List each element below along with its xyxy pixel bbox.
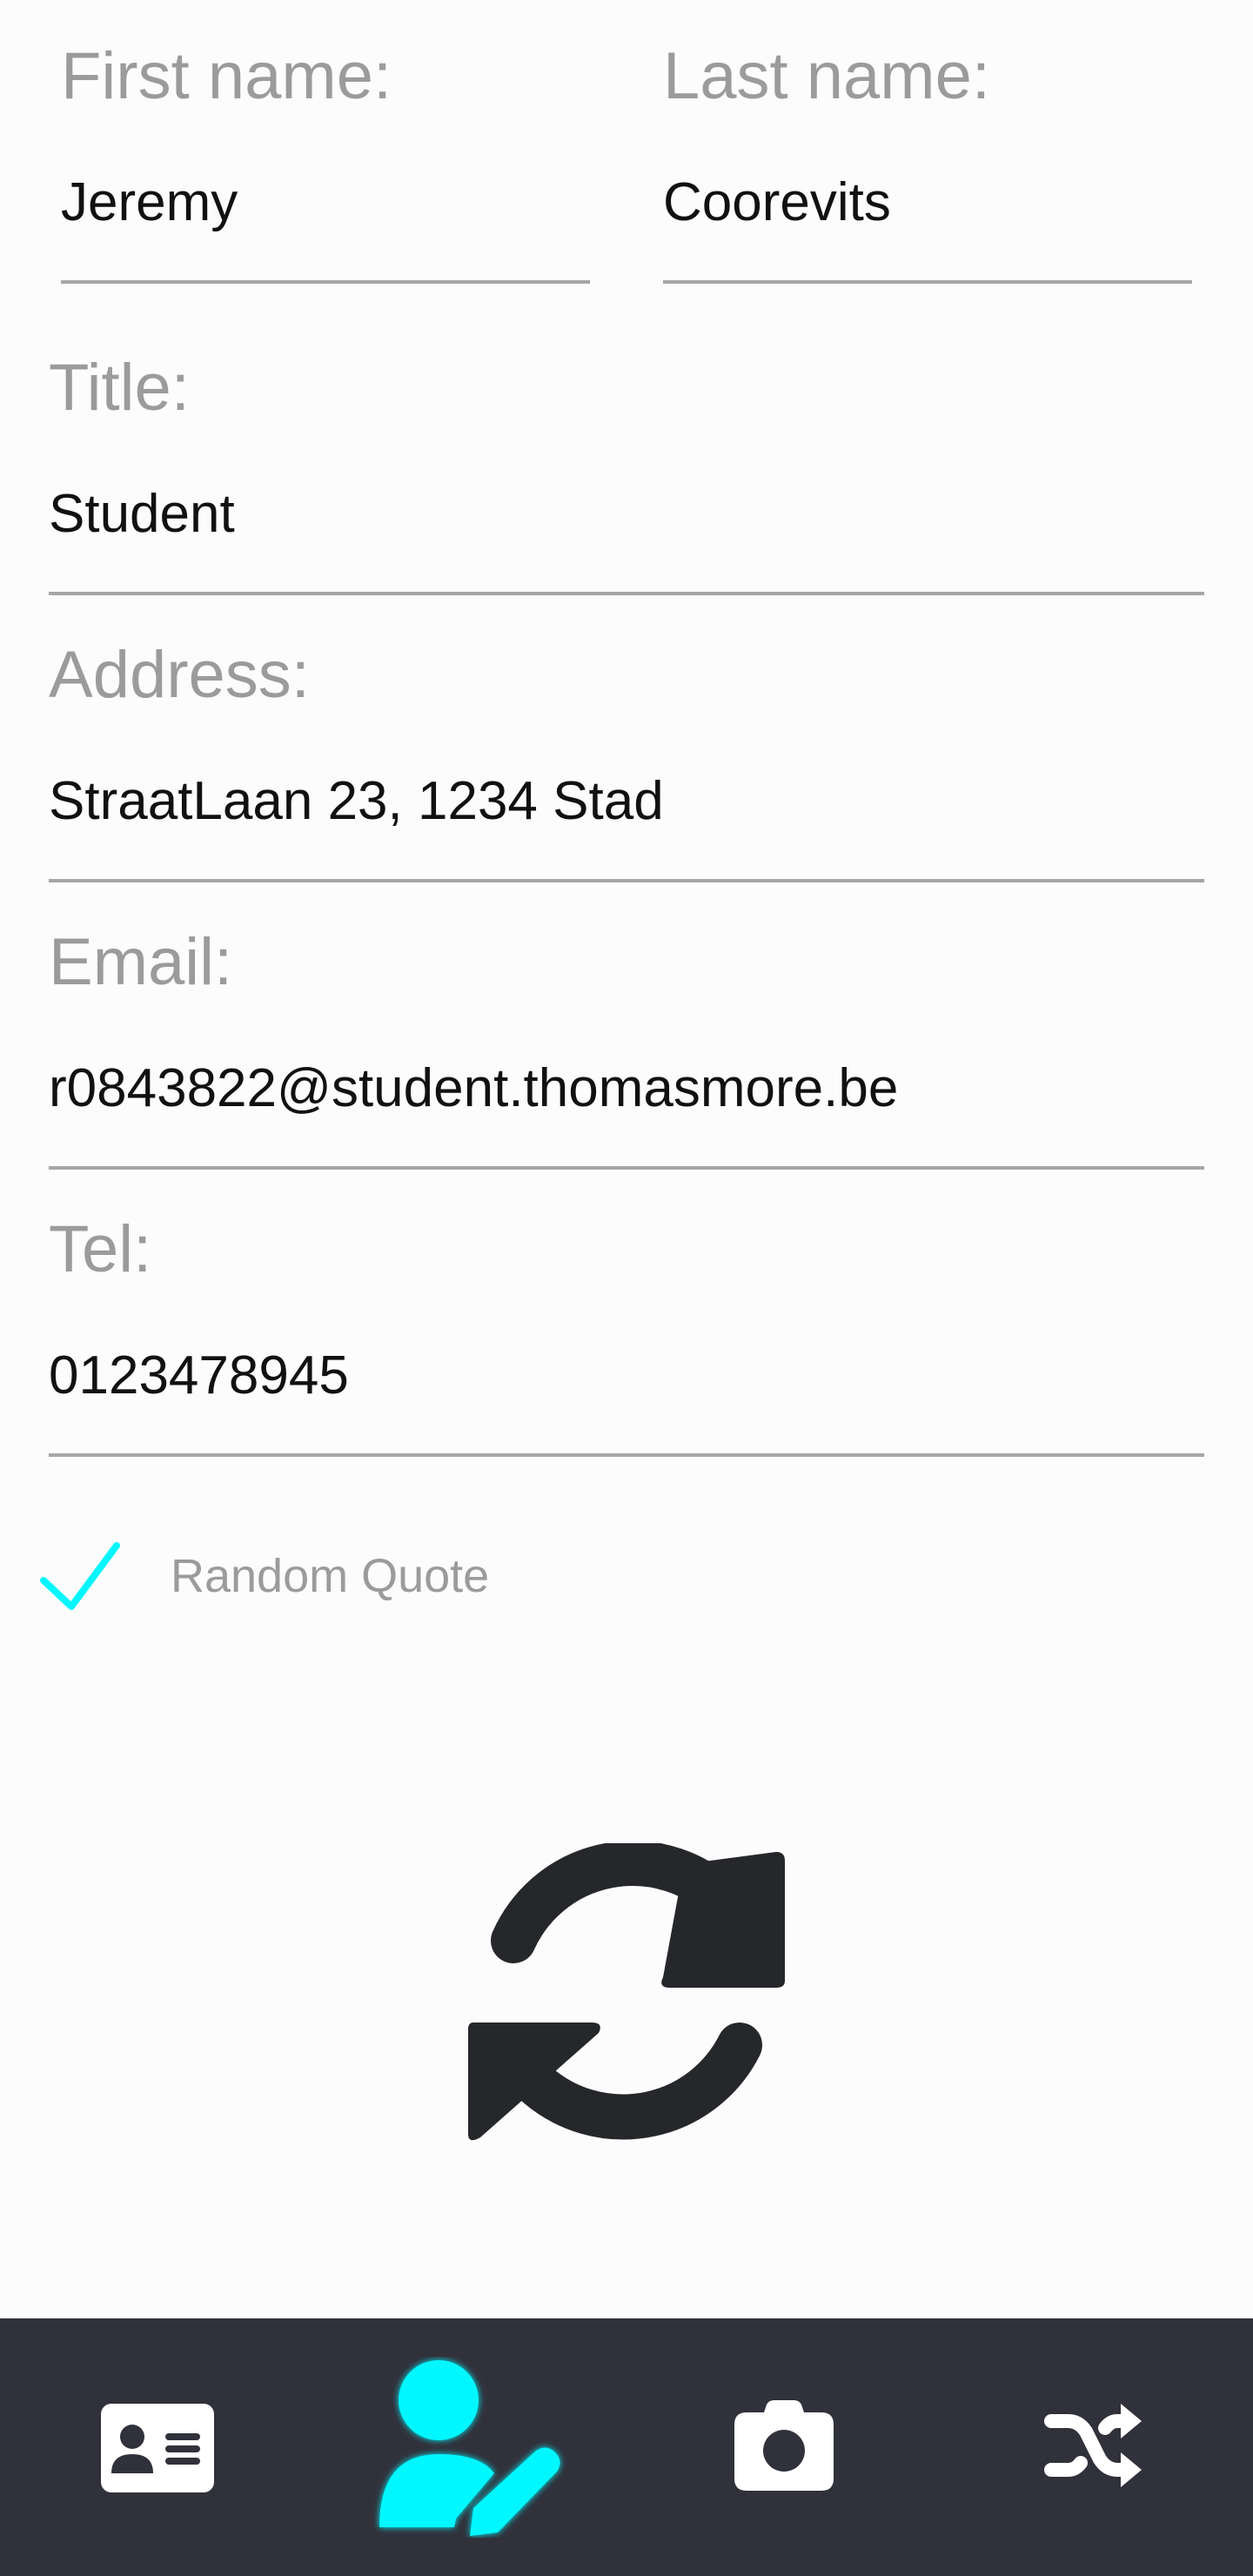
- bottom-navigation: [0, 2318, 1253, 2576]
- tel-underline: [49, 1453, 1204, 1457]
- nav-shuffle[interactable]: [940, 2318, 1253, 2576]
- address-underline: [49, 879, 1204, 882]
- tel-input[interactable]: 0123478945: [49, 1349, 349, 1403]
- first-name-field[interactable]: First name: Jeremy: [61, 44, 590, 287]
- email-field[interactable]: Email: r0843822@student.thomasmore.be: [49, 925, 1204, 1170]
- camera-icon: [734, 2400, 834, 2491]
- first-name-label: First name:: [61, 39, 392, 113]
- contact-card-icon: [101, 2404, 214, 2492]
- email-label: Email:: [49, 925, 233, 999]
- last-name-input[interactable]: Coorevits: [663, 176, 891, 230]
- title-label: Title:: [49, 351, 190, 425]
- first-name-input[interactable]: Jeremy: [61, 176, 238, 230]
- address-field[interactable]: Address: StraatLaan 23, 1234 Stad: [49, 638, 1204, 882]
- checkmark-icon[interactable]: [38, 1540, 122, 1615]
- random-quote-label: Random Quote: [171, 1550, 490, 1602]
- refresh-button[interactable]: [461, 1841, 792, 2148]
- email-underline: [49, 1166, 1204, 1170]
- title-field[interactable]: Title: Student: [49, 351, 1204, 595]
- address-label: Address:: [49, 638, 310, 712]
- refresh-icon: [468, 1841, 785, 2141]
- last-name-underline: [663, 280, 1192, 284]
- nav-camera[interactable]: [626, 2318, 940, 2576]
- last-name-field[interactable]: Last name: Coorevits: [663, 44, 1192, 287]
- user-edit-icon: [379, 2360, 560, 2536]
- nav-contact-card[interactable]: [0, 2318, 313, 2576]
- last-name-label: Last name:: [663, 39, 990, 113]
- profile-edit-screen: First name: Jeremy Last name: Coorevits …: [0, 0, 1253, 2576]
- tel-label: Tel:: [49, 1212, 152, 1286]
- shuffle-icon: [1044, 2404, 1142, 2487]
- title-input[interactable]: Student: [49, 487, 235, 541]
- address-input[interactable]: StraatLaan 23, 1234 Stad: [49, 775, 664, 828]
- email-input[interactable]: r0843822@student.thomasmore.be: [49, 1062, 898, 1116]
- tel-field[interactable]: Tel: 0123478945: [49, 1212, 1204, 1457]
- title-underline: [49, 592, 1204, 595]
- nav-edit-profile[interactable]: [313, 2318, 626, 2576]
- random-quote-checkbox[interactable]: Random Quote: [38, 1540, 647, 1615]
- first-name-underline: [61, 280, 590, 284]
